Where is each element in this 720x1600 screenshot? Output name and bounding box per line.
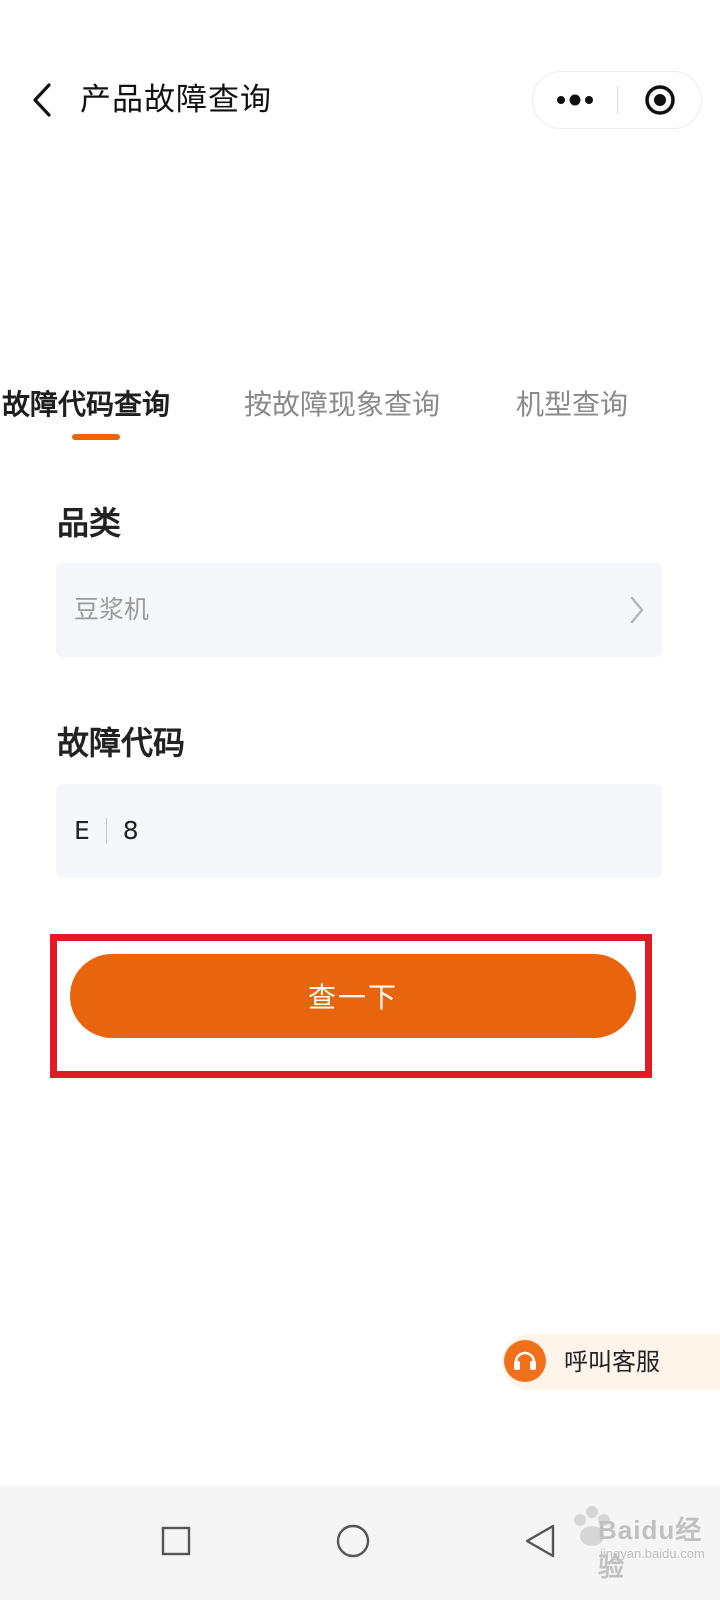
more-button[interactable] — [533, 72, 617, 128]
fault-code-label: 故障代码 — [57, 724, 186, 762]
square-icon — [161, 1526, 191, 1556]
navigation-header: 产品故障查询 — [0, 60, 720, 140]
category-select[interactable]: 豆浆机 — [56, 563, 662, 657]
fault-code-input[interactable]: E 8 — [56, 784, 662, 878]
more-dots-icon — [557, 94, 593, 106]
back-chevron-icon — [33, 83, 51, 117]
chevron-right-icon — [630, 596, 644, 624]
fault-code-char-2: 8 — [122, 816, 139, 845]
active-tab-indicator — [72, 434, 120, 440]
tab-model[interactable]: 机型查询 — [516, 380, 628, 430]
close-button[interactable] — [618, 72, 702, 128]
tab-fault-symptom[interactable]: 按故障现象查询 — [244, 380, 440, 430]
category-value: 豆浆机 — [74, 595, 150, 624]
page-title: 产品故障查询 — [80, 82, 272, 118]
watermark-subtext: jingyan.baidu.com — [600, 1546, 705, 1561]
code-separator — [105, 818, 107, 844]
customer-service-label: 呼叫客服 — [564, 1348, 660, 1376]
circle-icon — [336, 1524, 370, 1558]
headset-icon — [504, 1340, 546, 1382]
mini-program-capsule — [532, 71, 702, 129]
fault-code-value: E 8 — [74, 784, 139, 878]
fault-code-char-1: E — [74, 816, 90, 845]
category-label: 品类 — [57, 504, 122, 542]
back-button[interactable] — [22, 78, 62, 122]
query-button[interactable]: 查一下 — [70, 954, 636, 1038]
query-tabs: 故障代码查询 按故障现象查询 机型查询 — [0, 380, 720, 450]
nav-home-button[interactable] — [318, 1506, 388, 1576]
triangle-back-icon — [525, 1524, 555, 1558]
tab-fault-code[interactable]: 故障代码查询 — [2, 380, 170, 430]
customer-service-button[interactable]: 呼叫客服 — [502, 1334, 720, 1390]
close-target-icon — [645, 85, 675, 115]
nav-recent-button[interactable] — [141, 1506, 211, 1576]
